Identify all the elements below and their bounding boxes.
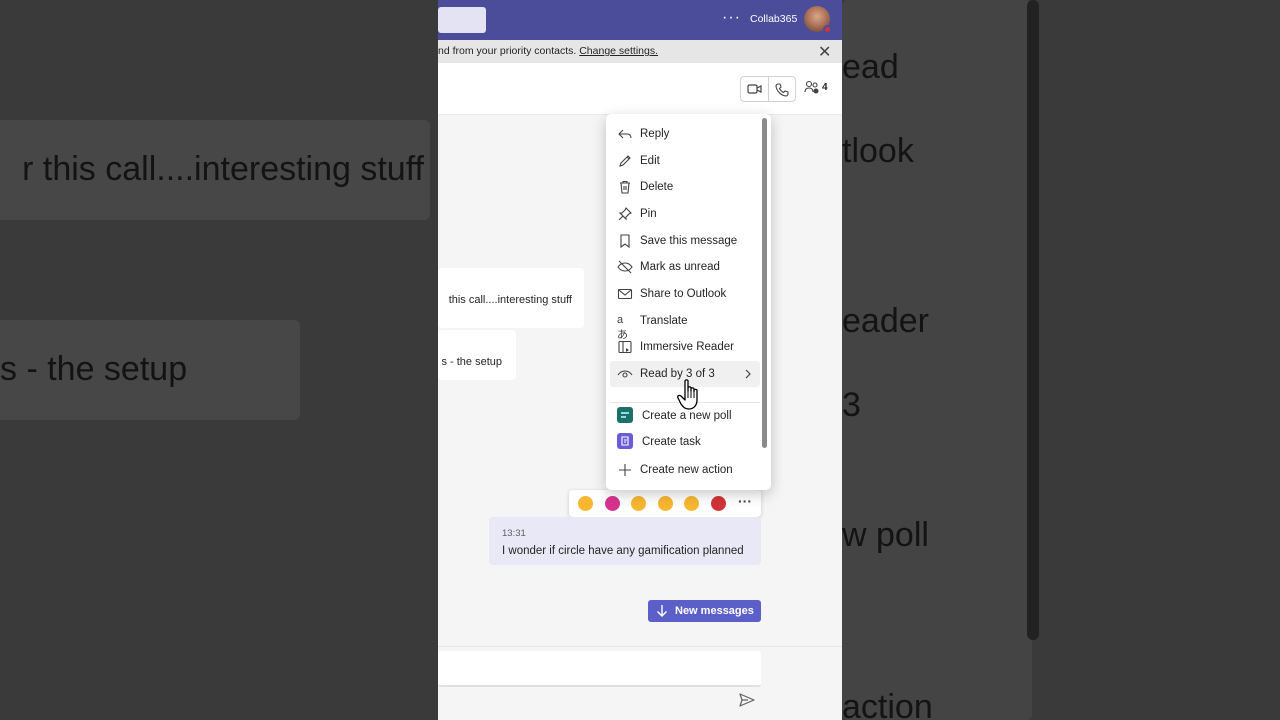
search-input[interactable] (438, 7, 486, 33)
plus-icon (619, 464, 631, 476)
unread-icon (617, 260, 633, 274)
menu-item-label: Translate (640, 315, 688, 327)
menu-item-label: Immersive Reader (640, 341, 734, 353)
background-scrollbar (1027, 0, 1039, 640)
hand-cursor-icon (677, 379, 698, 410)
top-bar: ··· Collab365 (438, 0, 842, 40)
message-context-menu: Reply Edit Delete Pin Save this message … (606, 114, 771, 490)
poll-app-icon (617, 407, 633, 423)
menu-item-label: Edit (640, 155, 660, 167)
surprised-emoji-icon[interactable] (658, 496, 673, 511)
menu-item-edit[interactable]: Edit (610, 148, 760, 174)
pin-icon (618, 207, 632, 221)
presence-status-icon (823, 25, 832, 34)
background-text: eader (842, 302, 929, 340)
menu-item-mark-unread[interactable]: Mark as unread (610, 254, 760, 280)
chevron-right-icon (745, 369, 751, 379)
heart-emoji-icon[interactable] (605, 496, 620, 511)
background-menu (842, 0, 1032, 720)
send-icon[interactable] (738, 692, 756, 708)
arrow-down-icon (657, 605, 667, 617)
menu-item-label: Create new action (640, 464, 733, 476)
background-text: ead (842, 48, 899, 86)
close-icon[interactable]: ✕ (818, 42, 831, 62)
org-name[interactable]: Collab365 (750, 13, 797, 25)
reader-icon (618, 340, 632, 354)
menu-item-create-action[interactable]: Create new action (610, 457, 760, 483)
video-call-icon[interactable] (747, 82, 763, 96)
menu-item-label: Pin (640, 208, 657, 220)
message-text: this call....interesting stuff (448, 294, 572, 306)
menu-item-reply[interactable]: Reply (610, 121, 760, 147)
message-text: s - the setup (441, 356, 502, 368)
background-text: tlook (842, 132, 914, 170)
call-buttons (740, 76, 796, 102)
avatar[interactable] (804, 6, 832, 34)
message-timestamp: 13:31 (502, 528, 526, 539)
reply-icon (618, 129, 632, 139)
message-bubble[interactable]: this call....interesting stuff (438, 268, 584, 328)
background-text: s - the setup (0, 350, 188, 388)
menu-item-pin[interactable]: Pin (610, 201, 760, 227)
background-text: 3 (842, 386, 861, 424)
background-text: action (842, 688, 933, 720)
mail-icon (617, 288, 633, 300)
bookmark-icon (620, 234, 630, 249)
menu-item-delete[interactable]: Delete (610, 174, 760, 200)
like-emoji-icon[interactable] (578, 496, 593, 511)
message-bubble[interactable]: s - the setup (438, 330, 516, 380)
menu-item-save[interactable]: Save this message (610, 228, 760, 254)
participants-count: 4 (822, 82, 828, 93)
pencil-icon (619, 155, 631, 167)
translate-icon: aあ (617, 314, 628, 341)
banner-text: nd from your priority contacts. (438, 45, 580, 57)
laugh-emoji-icon[interactable] (631, 496, 646, 511)
sad-emoji-icon[interactable] (684, 496, 699, 511)
phone-call-icon[interactable] (774, 82, 790, 98)
menu-item-label: Save this message (640, 235, 738, 247)
angry-emoji-icon[interactable] (711, 496, 726, 511)
menu-item-label: Reply (640, 128, 670, 140)
divider (768, 77, 769, 101)
message-text: I wonder if circle have any gamification… (502, 545, 744, 557)
menu-item-label: Delete (640, 181, 674, 193)
menu-item-label: Share to Outlook (640, 288, 727, 300)
chat-header: 4 (438, 63, 842, 115)
task-app-icon (617, 433, 633, 449)
menu-item-label: Mark as unread (640, 261, 720, 273)
menu-scrollbar[interactable] (762, 118, 767, 448)
notification-banner: nd from your priority contacts. Change s… (438, 40, 842, 63)
background-right: ead tlook eader 3 w poll action (842, 0, 1280, 720)
more-options-button[interactable]: ··· (722, 9, 741, 27)
compose-area (438, 646, 842, 720)
more-actions-button[interactable]: ··· (738, 493, 752, 509)
my-message-bubble[interactable]: 13:31 I wonder if circle have any gamifi… (489, 517, 761, 565)
menu-item-label: Create task (642, 436, 701, 448)
menu-item-translate[interactable]: aあ Translate (610, 308, 760, 341)
background-text: r this call....interesting stuff (22, 150, 424, 188)
trash-icon (620, 180, 630, 194)
change-settings-link[interactable]: Change settings. (579, 45, 658, 57)
menu-item-immersive-reader[interactable]: Immersive Reader (610, 334, 760, 360)
reaction-bar: ··· (569, 490, 761, 517)
background-left: r this call....interesting stuff s - the… (0, 0, 438, 720)
background-text: w poll (842, 516, 929, 554)
menu-item-create-task[interactable]: Create task (610, 429, 760, 455)
message-input[interactable] (438, 651, 761, 687)
eye-icon (617, 370, 633, 378)
new-messages-button[interactable]: New messages (648, 600, 761, 622)
menu-item-share-outlook[interactable]: Share to Outlook (610, 281, 760, 307)
people-icon (804, 80, 819, 94)
new-messages-label: New messages (675, 605, 754, 617)
